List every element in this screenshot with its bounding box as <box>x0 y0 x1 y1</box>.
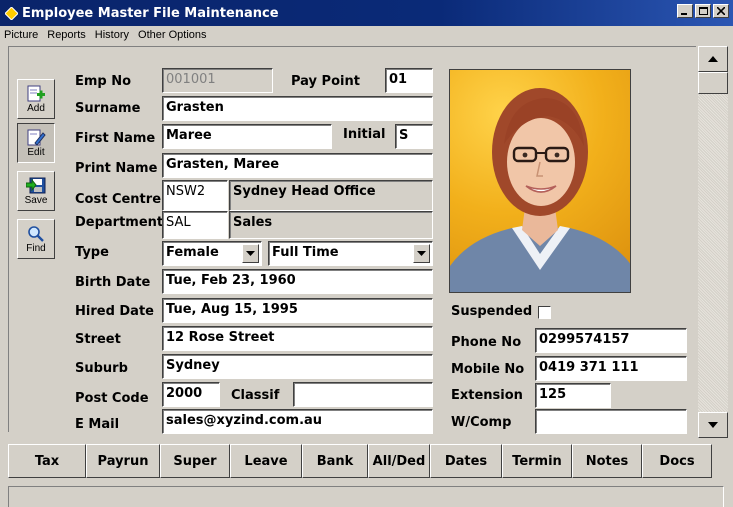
wcomp-label: W/Comp <box>451 415 512 430</box>
close-button[interactable] <box>713 4 729 18</box>
menu-reports[interactable]: Reports <box>47 29 86 41</box>
initial-field[interactable]: S <box>395 124 433 149</box>
tab-super[interactable]: Super <box>160 444 230 478</box>
title-bar[interactable]: Employee Master File Maintenance <box>0 0 733 26</box>
window-title: Employee Master File Maintenance <box>22 5 279 21</box>
surname-field[interactable]: Grasten <box>162 96 433 121</box>
chevron-down-icon <box>246 250 255 256</box>
pay-point-field[interactable]: 01 <box>385 68 433 93</box>
save-button[interactable]: Save <box>17 171 55 211</box>
wcomp-field[interactable] <box>535 409 687 434</box>
initial-label: Initial <box>343 127 386 142</box>
find-label: Find <box>26 242 46 254</box>
portrait-image <box>450 88 630 292</box>
street-label: Street <box>75 332 121 347</box>
gender-dropdown-button[interactable] <box>242 244 259 263</box>
tab-payrun[interactable]: Payrun <box>86 444 160 478</box>
gender-select[interactable]: Female <box>162 241 262 266</box>
add-button[interactable]: Add <box>17 79 55 119</box>
main-window: Employee Master File Maintenance Picture… <box>0 0 733 507</box>
hired-date-label: Hired Date <box>75 304 154 319</box>
tab-tax[interactable]: Tax <box>8 444 86 478</box>
post-code-label: Post Code <box>75 391 149 406</box>
detail-tab-bar: Tax Payrun Super Leave Bank All/Ded Date… <box>8 444 722 478</box>
employee-photo[interactable] <box>449 69 631 293</box>
save-disk-icon <box>26 177 46 193</box>
scroll-thumb[interactable] <box>698 72 728 94</box>
first-name-field[interactable]: Maree <box>162 124 332 149</box>
suburb-field[interactable]: Sydney <box>162 354 433 379</box>
phone-no-label: Phone No <box>451 335 522 350</box>
phone-no-field[interactable]: 0299574157 <box>535 328 687 353</box>
cost-centre-name: Sydney Head Office <box>229 180 433 211</box>
classif-label: Classif <box>231 388 280 403</box>
cost-centre-code-field[interactable]: NSW2 <box>162 180 228 211</box>
add-label: Add <box>27 102 45 114</box>
mobile-no-label: Mobile No <box>451 362 525 377</box>
emp-no-field: 001001 <box>162 68 273 93</box>
hired-date-field[interactable]: Tue, Aug 15, 1995 <box>162 298 433 323</box>
pay-point-label: Pay Point <box>291 74 360 89</box>
scroll-up-button[interactable] <box>698 46 728 72</box>
record-toolbar: Add Edit Save Find <box>15 53 61 423</box>
mobile-no-field[interactable]: 0419 371 111 <box>535 356 687 381</box>
chevron-down-icon <box>417 250 426 256</box>
suspended-checkbox[interactable] <box>538 306 551 319</box>
post-code-field[interactable]: 2000 <box>162 382 220 407</box>
edit-label: Edit <box>27 146 45 158</box>
employee-form: Emp No 001001 Pay Point 01 Surname Grast… <box>65 47 697 434</box>
save-label: Save <box>24 194 48 206</box>
suspended-label: Suspended <box>451 304 533 319</box>
suburb-label: Suburb <box>75 361 128 376</box>
arrow-down-icon <box>708 422 718 428</box>
minimize-button[interactable] <box>677 4 693 18</box>
employment-type-select[interactable]: Full Time <box>268 241 433 266</box>
gender-value: Female <box>166 245 219 260</box>
magnifier-icon <box>28 225 44 242</box>
employment-type-value: Full Time <box>272 245 339 260</box>
classif-field[interactable] <box>293 382 433 407</box>
extension-field[interactable]: 125 <box>535 383 611 408</box>
department-label: Department <box>75 215 164 230</box>
scroll-down-button[interactable] <box>698 412 728 438</box>
emp-no-label: Emp No <box>75 74 132 89</box>
extension-label: Extension <box>451 388 523 403</box>
tab-dates[interactable]: Dates <box>430 444 502 478</box>
cost-centre-label: Cost Centre <box>75 192 162 207</box>
menu-history[interactable]: History <box>95 29 129 41</box>
tab-bank[interactable]: Bank <box>302 444 368 478</box>
department-code-field[interactable]: SAL <box>162 211 228 239</box>
birth-date-label: Birth Date <box>75 275 151 290</box>
surname-label: Surname <box>75 101 141 116</box>
find-button[interactable]: Find <box>17 219 55 259</box>
print-name-label: Print Name <box>75 161 158 176</box>
edit-button[interactable]: Edit <box>17 123 55 163</box>
print-name-field[interactable]: Grasten, Maree <box>162 153 433 178</box>
app-icon <box>4 6 18 20</box>
email-field[interactable]: sales@xyzind.com.au <box>162 409 433 434</box>
menu-other-options[interactable]: Other Options <box>138 29 206 41</box>
tab-docs[interactable]: Docs <box>642 444 712 478</box>
birth-date-field[interactable]: Tue, Feb 23, 1960 <box>162 269 433 294</box>
type-label: Type <box>75 245 109 260</box>
menu-bar: Picture Reports History Other Options <box>0 26 733 44</box>
email-label: E Mail <box>75 417 120 432</box>
street-field[interactable]: 12 Rose Street <box>162 326 433 351</box>
tab-leave[interactable]: Leave <box>230 444 302 478</box>
window-controls <box>677 4 729 18</box>
arrow-up-icon <box>708 56 718 62</box>
edit-record-icon <box>27 129 46 146</box>
department-name: Sales <box>229 211 433 239</box>
tab-termin[interactable]: Termin <box>502 444 572 478</box>
maximize-button[interactable] <box>695 4 711 18</box>
vertical-scrollbar[interactable] <box>698 46 728 438</box>
add-record-icon <box>27 85 45 101</box>
first-name-label: First Name <box>75 131 156 146</box>
tab-notes[interactable]: Notes <box>572 444 642 478</box>
content-panel: Add Edit Save Find Emp No 001001 Pay Poi… <box>8 46 697 434</box>
menu-picture[interactable]: Picture <box>4 29 38 41</box>
employment-dropdown-button[interactable] <box>413 244 430 263</box>
status-bar <box>8 486 724 507</box>
tab-all-ded[interactable]: All/Ded <box>368 444 430 478</box>
